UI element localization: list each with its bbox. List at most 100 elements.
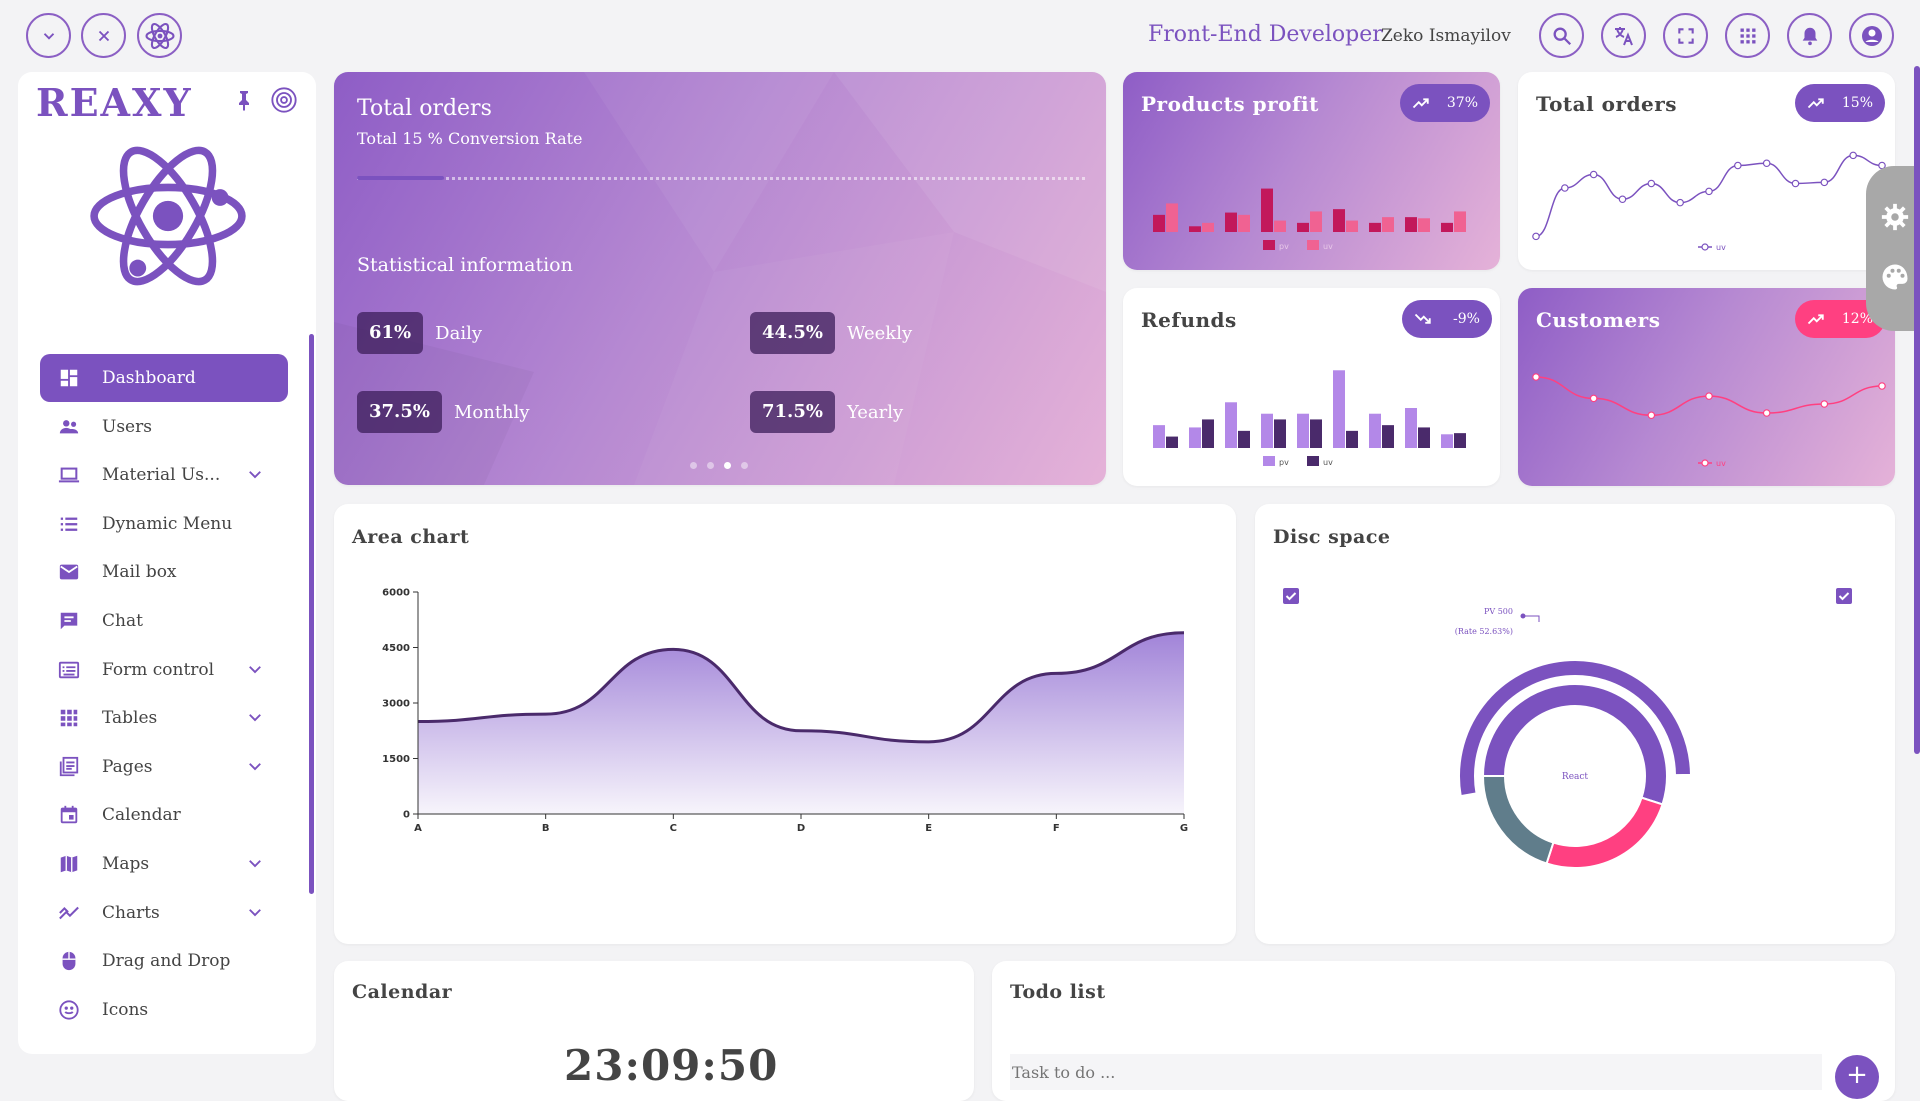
data-point[interactable] <box>1589 394 1598 403</box>
data-point[interactable] <box>1705 187 1713 196</box>
bar-pv[interactable] <box>1261 188 1273 232</box>
sidebar-scrollbar[interactable] <box>309 334 314 894</box>
search-button[interactable] <box>1539 13 1584 58</box>
carousel-dot[interactable] <box>707 462 714 469</box>
translate-button[interactable] <box>1601 13 1646 58</box>
page-scrollbar[interactable] <box>1914 66 1920 754</box>
legend-label: uv <box>1716 459 1726 468</box>
bar-pv[interactable] <box>1153 425 1165 448</box>
bar-pv[interactable] <box>1225 402 1237 448</box>
bar-pv[interactable] <box>1441 434 1453 448</box>
bar-uv[interactable] <box>1166 436 1178 448</box>
atom-button[interactable] <box>137 13 182 58</box>
collapse-button[interactable] <box>26 13 71 58</box>
bar-uv[interactable] <box>1238 430 1250 448</box>
x-tick-label: E <box>925 823 932 834</box>
bar-pv[interactable] <box>1189 427 1201 448</box>
bar-uv[interactable] <box>1274 220 1286 232</box>
data-point[interactable] <box>1762 409 1771 417</box>
data-point[interactable] <box>1791 179 1800 188</box>
task-input[interactable] <box>1010 1054 1822 1090</box>
sidebar-item-charts[interactable]: Charts <box>40 889 288 937</box>
bar-pv[interactable] <box>1333 370 1345 448</box>
series-checkbox-right[interactable] <box>1836 588 1852 604</box>
sidebar-item-tables[interactable]: Tables <box>40 694 288 742</box>
target-button[interactable] <box>270 86 298 114</box>
data-point[interactable] <box>1676 198 1684 207</box>
bar-uv[interactable] <box>1310 211 1322 232</box>
bar-pv[interactable] <box>1189 226 1201 232</box>
bar-pv[interactable] <box>1225 212 1237 232</box>
sidebar-item-chat[interactable]: Chat <box>40 597 288 645</box>
bar-pv[interactable] <box>1153 214 1165 232</box>
bar-pv[interactable] <box>1405 408 1417 448</box>
bar-pv[interactable] <box>1369 413 1381 448</box>
notifications-button[interactable] <box>1787 13 1832 58</box>
apps-button[interactable] <box>1725 13 1770 58</box>
carousel-dot[interactable] <box>690 462 697 469</box>
sidebar-item-users[interactable]: Users <box>40 403 288 451</box>
bar-uv[interactable] <box>1238 214 1250 232</box>
add-task-button[interactable]: + <box>1835 1055 1879 1099</box>
data-point[interactable] <box>1849 151 1857 160</box>
bar-uv[interactable] <box>1166 203 1178 232</box>
bar-uv[interactable] <box>1454 433 1466 448</box>
theme-button[interactable] <box>1880 262 1910 292</box>
bar-pv[interactable] <box>1369 222 1381 232</box>
sidebar-item-maps[interactable]: Maps <box>40 840 288 888</box>
fullscreen-button[interactable] <box>1663 13 1708 58</box>
floating-settings-panel <box>1866 166 1920 331</box>
data-point[interactable] <box>1532 373 1540 381</box>
data-point[interactable] <box>1878 382 1886 390</box>
bar-uv[interactable] <box>1382 425 1394 448</box>
sidebar-item-calendar[interactable]: Calendar <box>40 791 288 839</box>
pin-button[interactable] <box>232 88 256 112</box>
series-checkbox-left[interactable] <box>1283 588 1299 604</box>
data-point[interactable] <box>1589 170 1598 179</box>
bar-pv[interactable] <box>1441 222 1453 232</box>
bar-uv[interactable] <box>1418 427 1430 448</box>
data-point[interactable] <box>1647 411 1656 420</box>
carousel-dot[interactable] <box>741 462 748 469</box>
data-point[interactable] <box>1647 179 1656 188</box>
bar-uv[interactable] <box>1202 222 1214 232</box>
sidebar-item-dynamic-menu[interactable]: Dynamic Menu <box>40 500 288 548</box>
data-point[interactable] <box>1561 184 1569 192</box>
sidebar-item-material-us[interactable]: Material Us... <box>40 451 288 499</box>
sidebar-item-form-control[interactable]: Form control <box>40 646 288 694</box>
data-point[interactable] <box>1618 195 1627 204</box>
bar-pv[interactable] <box>1261 413 1273 448</box>
bar-pv[interactable] <box>1297 222 1309 232</box>
bar-uv[interactable] <box>1274 419 1286 448</box>
data-point[interactable] <box>1762 159 1771 168</box>
bar-uv[interactable] <box>1346 220 1358 232</box>
search-icon <box>1551 25 1573 47</box>
sidebar-item-mail-box[interactable]: Mail box <box>40 548 288 596</box>
sidebar-item-icons[interactable]: Icons <box>40 986 288 1034</box>
sidebar-item-label: Form control <box>102 659 215 680</box>
bar-pv[interactable] <box>1405 217 1417 232</box>
bar-uv[interactable] <box>1382 217 1394 232</box>
settings-button[interactable] <box>1880 202 1910 232</box>
account-button[interactable] <box>1849 13 1894 58</box>
data-point[interactable] <box>1820 178 1829 187</box>
bar-pv[interactable] <box>1297 413 1309 448</box>
bar-uv[interactable] <box>1418 218 1430 232</box>
close-button[interactable] <box>81 13 126 58</box>
bar-uv[interactable] <box>1202 419 1214 448</box>
carousel-dot[interactable] <box>724 462 731 469</box>
data-point[interactable] <box>1820 400 1829 408</box>
bar-uv[interactable] <box>1454 211 1466 232</box>
form-icon <box>56 657 82 683</box>
data-point[interactable] <box>1734 161 1742 170</box>
bar-pv[interactable] <box>1333 209 1345 232</box>
data-point[interactable] <box>1532 232 1540 241</box>
sidebar-item-drag-and-drop[interactable]: Drag and Drop <box>40 937 288 985</box>
disc-middle-segment[interactable] <box>1481 775 1555 865</box>
sidebar-item-dashboard[interactable]: Dashboard <box>40 354 288 402</box>
bar-uv[interactable] <box>1310 419 1322 448</box>
disc-middle-segment[interactable] <box>1545 796 1664 869</box>
bar-uv[interactable] <box>1346 430 1358 448</box>
sidebar-item-pages[interactable]: Pages <box>40 743 288 791</box>
data-point[interactable] <box>1705 392 1713 400</box>
